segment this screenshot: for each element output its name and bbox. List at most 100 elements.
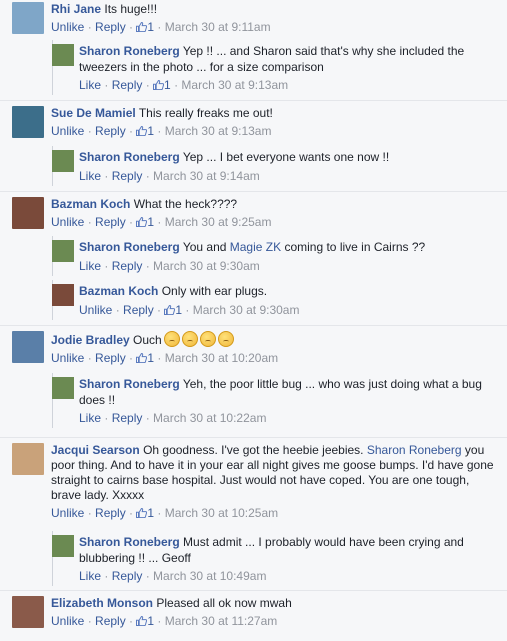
separator: ·	[154, 351, 165, 365]
like-link[interactable]: Like	[79, 569, 101, 583]
like-count[interactable]: 1	[153, 78, 171, 92]
like-link[interactable]: Like	[79, 169, 101, 183]
reply-link[interactable]: Reply	[123, 303, 154, 317]
separator: ·	[84, 351, 96, 365]
reply-link[interactable]: Reply	[112, 169, 143, 183]
avatar[interactable]	[52, 284, 74, 306]
avatar[interactable]	[52, 377, 74, 399]
avatar[interactable]	[52, 150, 74, 172]
separator: ·	[154, 20, 165, 34]
reply-link[interactable]: Reply	[112, 78, 143, 92]
like-count[interactable]: 1	[136, 351, 154, 365]
like-link[interactable]: Unlike	[51, 124, 84, 138]
reply-link[interactable]: Reply	[95, 506, 126, 520]
commenter-name[interactable]: Bazman Koch	[79, 284, 158, 298]
like-link[interactable]: Unlike	[51, 614, 84, 628]
like-link[interactable]: Unlike	[51, 506, 84, 520]
comment-text: Yep ... I bet everyone wants one now !!	[182, 150, 390, 164]
reply-link[interactable]: Reply	[112, 569, 143, 583]
comment-actions: Unlike · Reply · 1 · March 30 at 10:20am	[51, 351, 499, 366]
comment-body: Sharon Roneberg Must admit ... I probabl…	[79, 535, 497, 566]
avatar[interactable]	[12, 331, 44, 363]
separator: ·	[84, 20, 96, 34]
commenter-name[interactable]: Sharon Roneberg	[79, 150, 180, 164]
like-link[interactable]: Unlike	[51, 20, 84, 34]
comment-text: Oh goodness. I've got the heebie jeebies…	[143, 443, 367, 457]
separator: ·	[101, 569, 112, 583]
divider	[0, 437, 507, 438]
commenter-name[interactable]: Bazman Koch	[51, 197, 130, 211]
like-count[interactable]: 1	[136, 614, 154, 628]
timestamp[interactable]: March 30 at 10:49am	[153, 569, 266, 583]
avatar[interactable]	[12, 443, 44, 475]
comment-content: Sharon Roneberg Yep !! ... and Sharon sa…	[79, 44, 497, 94]
reply-link[interactable]: Reply	[112, 411, 143, 425]
separator: ·	[142, 569, 154, 583]
separator: ·	[154, 215, 165, 229]
timestamp[interactable]: March 30 at 9:14am	[153, 169, 260, 183]
commenter-name[interactable]: Rhi Jane	[51, 2, 101, 16]
commenter-name[interactable]: Jacqui Searson	[51, 443, 140, 457]
separator: ·	[84, 506, 96, 520]
separator: ·	[101, 168, 112, 183]
comment-actions: Unlike · Reply · 1 · March 30 at 9:11am	[51, 20, 499, 35]
like-count[interactable]: 1	[136, 124, 154, 138]
like-count[interactable]: 1	[136, 20, 154, 34]
reply-link[interactable]: Reply	[95, 20, 126, 34]
like-count[interactable]: 1	[136, 506, 154, 520]
timestamp[interactable]: March 30 at 9:13am	[165, 124, 272, 138]
mention-link[interactable]: Magie ZK	[230, 240, 281, 254]
timestamp[interactable]: March 30 at 11:27am	[165, 614, 278, 628]
comment-content: Sharon Roneberg Yeh, the poor little bug…	[79, 377, 497, 427]
mention-link[interactable]: Sharon Roneberg	[367, 443, 462, 457]
avatar[interactable]	[12, 2, 44, 34]
avatar[interactable]	[12, 106, 44, 138]
commenter-name[interactable]: Sharon Roneberg	[79, 44, 180, 58]
avatar[interactable]	[12, 596, 44, 628]
reply-link[interactable]: Reply	[95, 215, 126, 229]
comment-actions: Like · Reply · March 30 at 10:22am	[79, 411, 497, 427]
divider	[0, 191, 507, 192]
emoji-icon	[217, 331, 234, 347]
commenter-name[interactable]: Sharon Roneberg	[79, 240, 180, 254]
like-link[interactable]: Like	[79, 78, 101, 92]
timestamp[interactable]: March 30 at 9:11am	[165, 20, 271, 34]
avatar[interactable]	[52, 44, 74, 66]
like-link[interactable]: Unlike	[51, 351, 84, 365]
commenter-name[interactable]: Sharon Roneberg	[79, 377, 180, 391]
reply-link[interactable]: Reply	[112, 259, 143, 273]
like-count[interactable]: 1	[164, 303, 182, 317]
separator: ·	[182, 302, 193, 317]
comment-content: Bazman Koch Only with ear plugs. Unlike ·…	[79, 284, 497, 318]
like-link[interactable]: Unlike	[79, 303, 112, 317]
commenter-name[interactable]: Sue De Mamiel	[51, 106, 136, 120]
separator: ·	[154, 614, 165, 628]
like-link[interactable]: Like	[79, 411, 101, 425]
separator: ·	[142, 78, 154, 92]
commenter-name[interactable]: Sharon Roneberg	[79, 535, 180, 549]
separator: ·	[84, 215, 96, 229]
like-link[interactable]: Like	[79, 259, 101, 273]
commenter-name[interactable]: Jodie Bradley	[51, 333, 130, 347]
like-count[interactable]: 1	[136, 215, 154, 229]
separator: ·	[101, 258, 112, 273]
timestamp[interactable]: March 30 at 9:13am	[181, 78, 288, 92]
comment-content: Sharon Roneberg You and Magie ZK coming …	[79, 240, 497, 274]
comment-body: Sharon Roneberg Yep !! ... and Sharon sa…	[79, 44, 497, 75]
timestamp[interactable]: March 30 at 10:22am	[153, 411, 266, 425]
separator: ·	[84, 124, 96, 138]
timestamp[interactable]: March 30 at 10:25am	[165, 506, 278, 520]
timestamp[interactable]: March 30 at 9:25am	[165, 215, 272, 229]
avatar[interactable]	[52, 535, 74, 557]
avatar[interactable]	[12, 197, 44, 229]
commenter-name[interactable]: Elizabeth Monson	[51, 596, 153, 610]
like-link[interactable]: Unlike	[51, 215, 84, 229]
reply-link[interactable]: Reply	[95, 124, 126, 138]
reply-link[interactable]: Reply	[95, 351, 126, 365]
separator: ·	[142, 168, 154, 183]
avatar[interactable]	[52, 240, 74, 262]
reply-link[interactable]: Reply	[95, 614, 126, 628]
timestamp[interactable]: March 30 at 9:30am	[193, 303, 300, 317]
timestamp[interactable]: March 30 at 10:20am	[165, 351, 278, 365]
timestamp[interactable]: March 30 at 9:30am	[153, 259, 260, 273]
